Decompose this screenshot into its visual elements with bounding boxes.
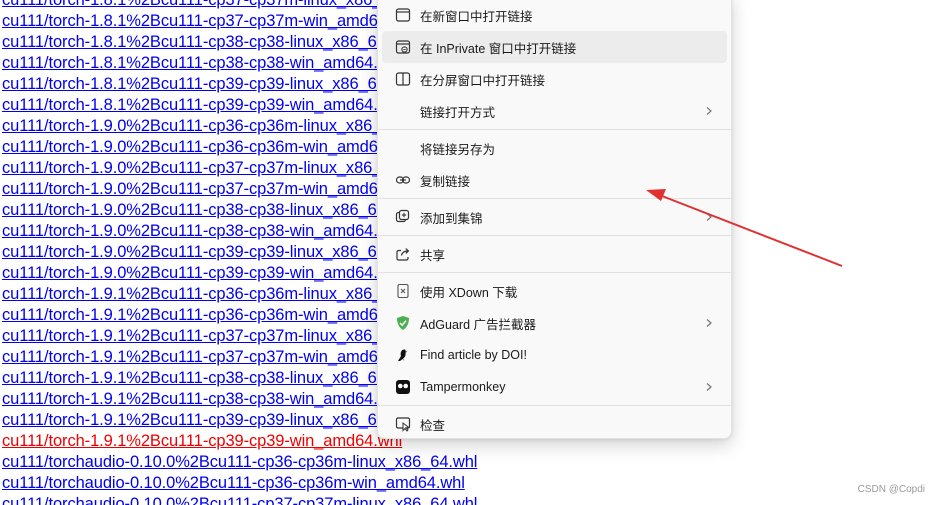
menu-item-copy-link[interactable]: 复制链接 bbox=[382, 164, 727, 196]
menu-item-find-doi[interactable]: Find article by DOI! bbox=[382, 339, 727, 371]
file-link[interactable]: cu111/torch-1.9.0%2Bcu111-cp39-cp39-win_… bbox=[2, 264, 402, 282]
menu-separator bbox=[378, 235, 731, 236]
browser-page: cu111/torch-1.8.1%2Bcu111-cp37-cp37m-lin… bbox=[0, 0, 939, 505]
menu-item-add-to-collections[interactable]: 添加到集锦 bbox=[382, 201, 727, 233]
raven-icon bbox=[386, 347, 420, 363]
file-link[interactable]: cu111/torch-1.8.1%2Bcu111-cp37-cp37m-lin… bbox=[2, 0, 429, 9]
file-link[interactable]: cu111/torch-1.9.1%2Bcu111-cp37-cp37m-lin… bbox=[2, 327, 429, 345]
watermark: CSDN @Copdi bbox=[857, 484, 925, 495]
file-link[interactable]: cu111/torch-1.9.0%2Bcu111-cp37-cp37m-lin… bbox=[2, 159, 429, 177]
file-link[interactable]: cu111/torch-1.9.1%2Bcu111-cp38-cp38-linu… bbox=[2, 369, 415, 387]
file-link[interactable]: cu111/torch-1.8.1%2Bcu111-cp38-cp38-linu… bbox=[2, 33, 415, 51]
chevron-right-icon bbox=[697, 318, 721, 328]
file-link[interactable]: cu111/torch-1.9.0%2Bcu111-cp39-cp39-linu… bbox=[2, 243, 415, 261]
menu-label: 添加到集锦 bbox=[420, 211, 483, 226]
menu-item-open-split[interactable]: 在分屏窗口中打开链接 bbox=[382, 63, 727, 95]
menu-item-inspect[interactable]: 检查 bbox=[382, 408, 727, 440]
file-link[interactable]: cu111/torch-1.9.0%2Bcu111-cp36-cp36m-lin… bbox=[2, 117, 429, 135]
file-link[interactable]: cu111/torch-1.8.1%2Bcu111-cp37-cp37m-win… bbox=[2, 12, 416, 30]
share-icon bbox=[386, 246, 420, 262]
file-link[interactable]: cu111/torch-1.9.0%2Bcu111-cp38-cp38-win_… bbox=[2, 222, 402, 240]
menu-label: 在新窗口中打开链接 bbox=[420, 9, 533, 24]
inspect-icon bbox=[386, 416, 420, 432]
split-screen-icon bbox=[386, 71, 420, 87]
menu-separator bbox=[378, 405, 731, 406]
file-link[interactable]: cu111/torch-1.9.0%2Bcu111-cp38-cp38-linu… bbox=[2, 201, 415, 219]
inprivate-window-icon bbox=[386, 39, 420, 55]
file-link[interactable]: cu111/torch-1.9.1%2Bcu111-cp37-cp37m-win… bbox=[2, 348, 416, 366]
menu-label: Tampermonkey bbox=[420, 380, 506, 394]
file-link[interactable]: cu111/torch-1.9.1%2Bcu111-cp39-cp39-win_… bbox=[2, 432, 402, 450]
adguard-shield-icon bbox=[386, 315, 420, 331]
menu-item-share[interactable]: 共享 bbox=[382, 238, 727, 270]
file-link[interactable]: cu111/torch-1.9.1%2Bcu111-cp38-cp38-win_… bbox=[2, 390, 402, 408]
menu-label: 使用 XDown 下载 bbox=[420, 285, 518, 300]
menu-separator bbox=[378, 129, 731, 130]
menu-label: Find article by DOI! bbox=[420, 348, 527, 362]
menu-label: 共享 bbox=[420, 248, 446, 263]
menu-item-tampermonkey[interactable]: Tampermonkey bbox=[382, 371, 727, 403]
chevron-right-icon bbox=[697, 106, 721, 116]
menu-label: 复制链接 bbox=[420, 174, 471, 189]
menu-item-xdown[interactable]: 使用 XDown 下载 bbox=[382, 275, 727, 307]
link-icon bbox=[386, 172, 420, 188]
file-link[interactable]: cu111/torchaudio-0.10.0%2Bcu111-cp36-cp3… bbox=[2, 453, 477, 471]
file-link[interactable]: cu111/torch-1.9.0%2Bcu111-cp36-cp36m-win… bbox=[2, 138, 416, 156]
file-link[interactable]: cu111/torch-1.9.0%2Bcu111-cp37-cp37m-win… bbox=[2, 180, 416, 198]
menu-separator bbox=[378, 198, 731, 199]
file-link[interactable]: cu111/torch-1.9.1%2Bcu111-cp39-cp39-linu… bbox=[2, 411, 415, 429]
menu-item-adguard[interactable]: AdGuard 广告拦截器 bbox=[382, 307, 727, 339]
menu-label: AdGuard 广告拦截器 bbox=[420, 317, 537, 332]
xdown-icon bbox=[386, 283, 420, 299]
menu-item-open-new-window[interactable]: 在新窗口中打开链接 bbox=[382, 0, 727, 31]
file-link[interactable]: cu111/torchaudio-0.10.0%2Bcu111-cp37-cp3… bbox=[2, 495, 477, 505]
chevron-right-icon bbox=[697, 212, 721, 222]
menu-item-save-link-as[interactable]: 将链接另存为 bbox=[382, 132, 727, 164]
menu-label: 在 InPrivate 窗口中打开链接 bbox=[420, 41, 577, 56]
tampermonkey-icon bbox=[386, 379, 420, 395]
list-item: cu111/torchaudio-0.10.0%2Bcu111-cp37-cp3… bbox=[2, 494, 477, 505]
context-menu: 在新窗口中打开链接 在 InPrivate 窗口中打开链接 在分屏窗口中打开链接… bbox=[377, 0, 732, 439]
list-item: cu111/torchaudio-0.10.0%2Bcu111-cp36-cp3… bbox=[2, 473, 477, 494]
collections-add-icon bbox=[386, 209, 420, 225]
list-item: cu111/torchaudio-0.10.0%2Bcu111-cp36-cp3… bbox=[2, 452, 477, 473]
menu-item-open-with[interactable]: 链接打开方式 bbox=[382, 95, 727, 127]
file-link[interactable]: cu111/torch-1.8.1%2Bcu111-cp39-cp39-linu… bbox=[2, 75, 415, 93]
menu-label: 将链接另存为 bbox=[420, 142, 496, 157]
menu-label: 在分屏窗口中打开链接 bbox=[420, 73, 546, 88]
file-link[interactable]: cu111/torchaudio-0.10.0%2Bcu111-cp36-cp3… bbox=[2, 474, 465, 492]
file-link[interactable]: cu111/torch-1.8.1%2Bcu111-cp38-cp38-win_… bbox=[2, 54, 402, 72]
file-link[interactable]: cu111/torch-1.9.1%2Bcu111-cp36-cp36m-lin… bbox=[2, 285, 429, 303]
file-link[interactable]: cu111/torch-1.8.1%2Bcu111-cp39-cp39-win_… bbox=[2, 96, 402, 114]
menu-label: 链接打开方式 bbox=[420, 105, 496, 120]
new-window-icon bbox=[386, 7, 420, 23]
menu-label: 检查 bbox=[420, 418, 446, 433]
menu-separator bbox=[378, 272, 731, 273]
chevron-right-icon bbox=[697, 382, 721, 392]
menu-item-open-inprivate[interactable]: 在 InPrivate 窗口中打开链接 bbox=[382, 31, 727, 63]
file-link[interactable]: cu111/torch-1.9.1%2Bcu111-cp36-cp36m-win… bbox=[2, 306, 416, 324]
